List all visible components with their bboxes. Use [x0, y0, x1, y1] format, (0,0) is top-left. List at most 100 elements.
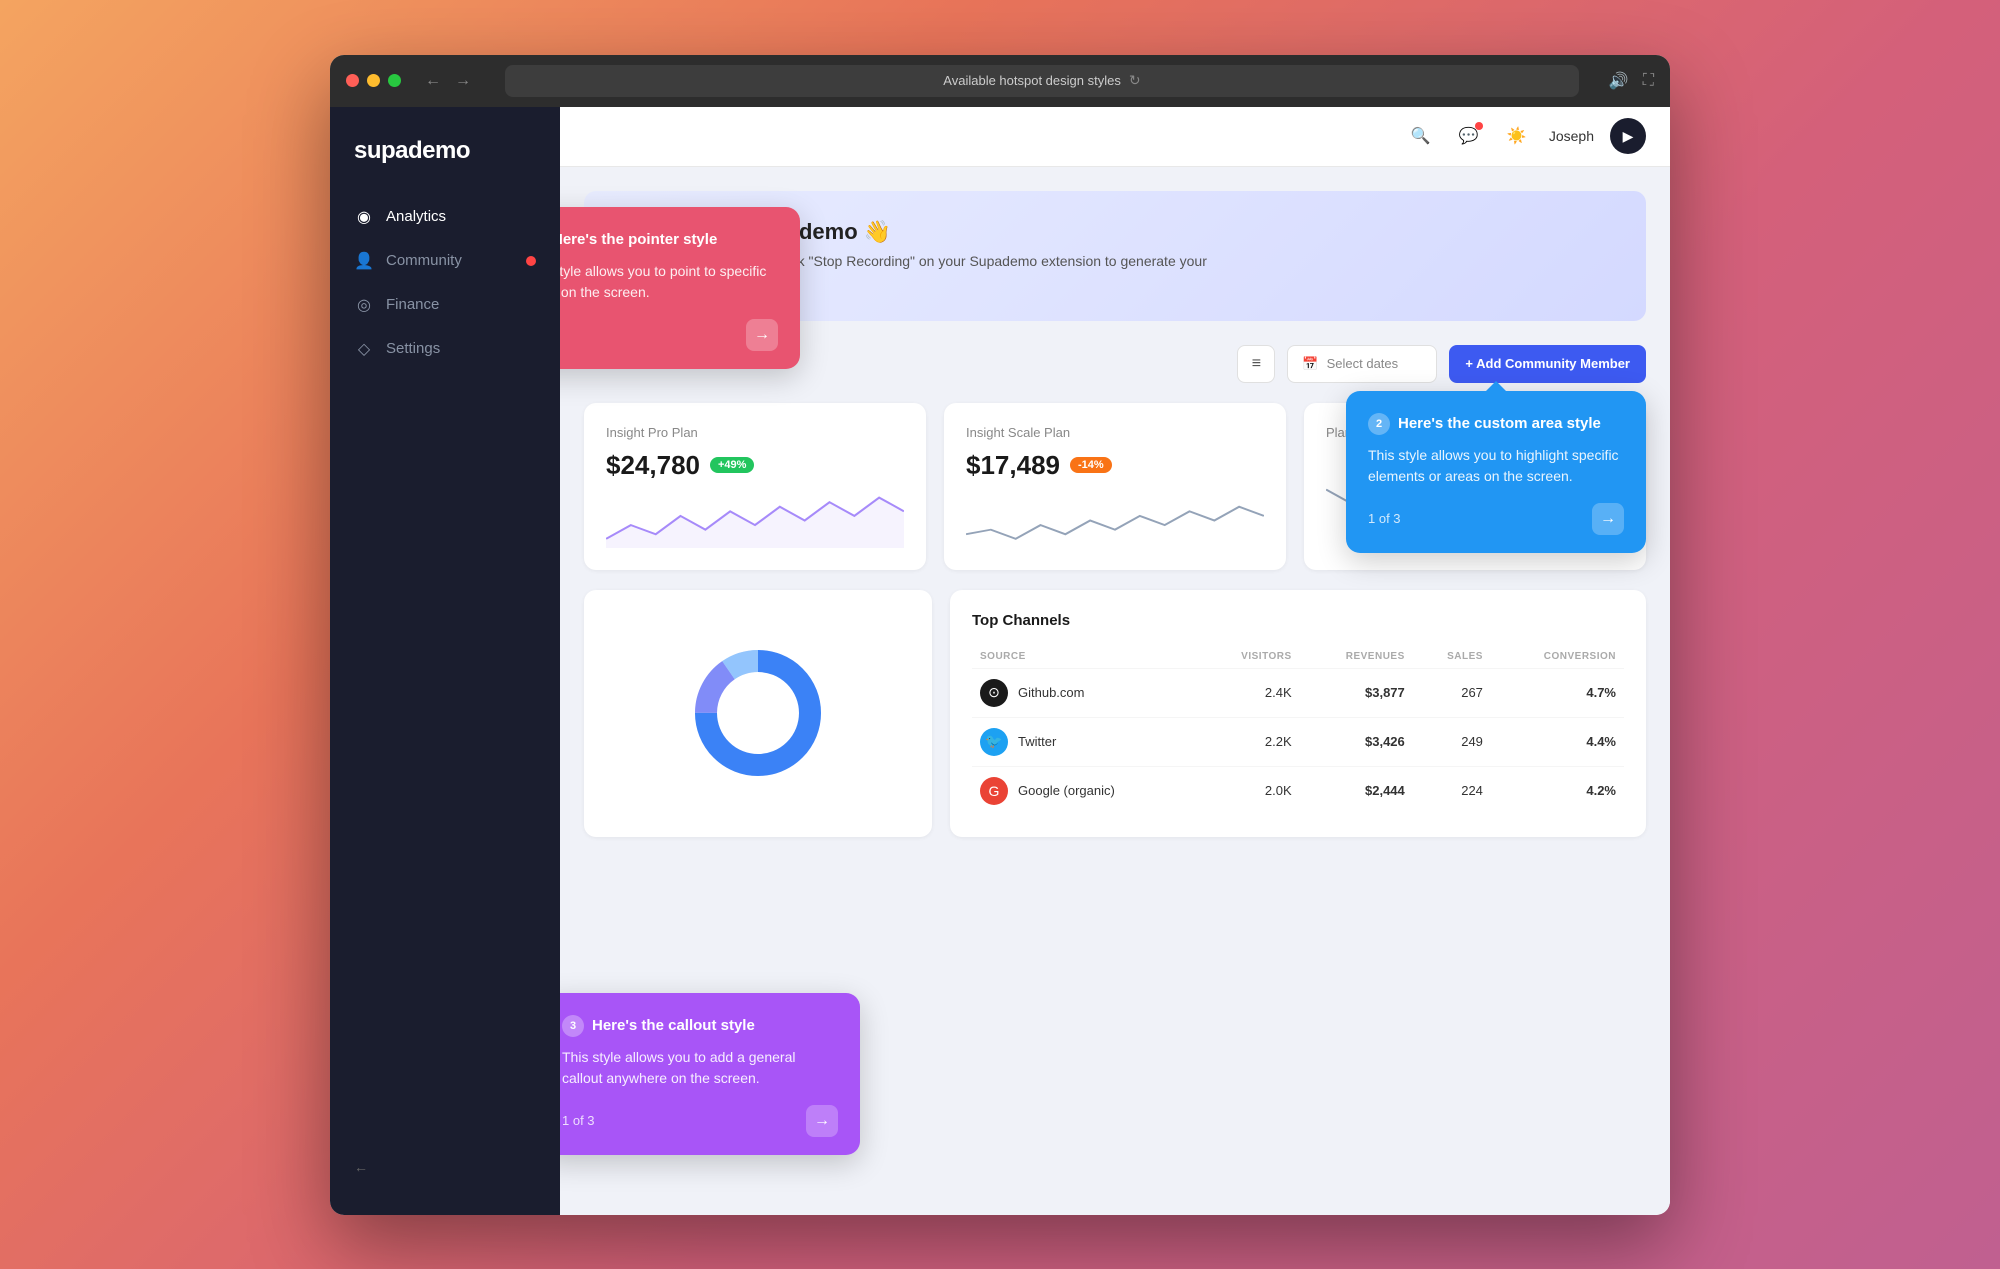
donut-chart: [688, 643, 828, 783]
channel-name-text-0: Github.com: [1018, 685, 1084, 700]
minimize-button[interactable]: [367, 74, 380, 87]
donut-card: [584, 590, 932, 837]
channel-name-cell-0: ⊙ Github.com: [980, 679, 1191, 707]
col-source: SOURCE: [972, 645, 1199, 669]
sidebar-label-analytics: Analytics: [386, 208, 446, 225]
table-header-row: SOURCE VISITORS REVENUES SALES CONVERSIO…: [972, 645, 1624, 669]
notification-dot: [1475, 122, 1483, 130]
add-community-member-button[interactable]: + Add Community Member: [1449, 345, 1646, 383]
col-sales: SALES: [1413, 645, 1491, 669]
hotspot-pointer-title: Here's the pointer style: [560, 231, 717, 248]
channel-name-text-1: Twitter: [1018, 734, 1056, 749]
sidebar-item-community[interactable]: 👤 Community: [330, 239, 560, 283]
cell-revenue-0: $3,877: [1300, 668, 1413, 717]
hotspot-pointer-next[interactable]: →: [746, 319, 778, 351]
stat-title-0: Insight Pro Plan: [606, 425, 904, 440]
filter-button[interactable]: ≡: [1237, 345, 1275, 383]
cell-conversion-0: 4.7%: [1491, 668, 1624, 717]
cell-sales-2: 224: [1413, 766, 1491, 815]
stat-title-1: Insight Scale Plan: [966, 425, 1264, 440]
reload-icon[interactable]: ↻: [1129, 72, 1141, 89]
hotspot-custom: 2 Here's the custom area style This styl…: [1346, 391, 1646, 553]
step-badge-callout: 3: [562, 1015, 584, 1037]
cell-visitors-0: 2.4K: [1199, 668, 1299, 717]
page-title: Available hotspot design styles: [943, 73, 1121, 88]
date-picker[interactable]: 📅 Select dates: [1287, 345, 1437, 383]
fullscreen-icon[interactable]: ⛶: [1643, 72, 1654, 90]
play-button[interactable]: ▶: [1610, 118, 1646, 154]
close-button[interactable]: [346, 74, 359, 87]
channels-table: SOURCE VISITORS REVENUES SALES CONVERSIO…: [972, 645, 1624, 815]
step-badge-custom: 2: [1368, 413, 1390, 435]
title-bar: ← → Available hotspot design styles ↻ 🔊 …: [330, 55, 1670, 107]
cell-sales-1: 249: [1413, 717, 1491, 766]
forward-button[interactable]: →: [451, 70, 475, 92]
notifications-icon[interactable]: 💬: [1453, 120, 1485, 152]
hotspot-custom-body: This style allows you to highlight speci…: [1368, 445, 1624, 487]
sidebar-item-finance[interactable]: ◎ Finance: [330, 283, 560, 327]
finance-icon: ◎: [354, 295, 374, 315]
theme-icon[interactable]: ☀️: [1501, 120, 1533, 152]
cell-revenue-2: $2,444: [1300, 766, 1413, 815]
stat-value-0: $24,780: [606, 450, 700, 481]
cell-name-0: ⊙ Github.com: [972, 668, 1199, 717]
settings-icon: ◇: [354, 339, 374, 359]
sidebar-label-community: Community: [386, 252, 462, 269]
stat-badge-1: -14%: [1070, 457, 1112, 473]
hotspot-custom-wrapper: 2 Here's the custom area style This styl…: [1346, 391, 1646, 553]
mini-chart-0: [606, 493, 904, 548]
hotspot-callout: 3 Here's the callout style This style al…: [560, 993, 860, 1155]
sidebar-item-settings[interactable]: ◇ Settings: [330, 327, 560, 371]
mini-chart-1: [966, 493, 1264, 548]
hotspot-pointer-step: 1 Here's the pointer style: [560, 229, 778, 251]
filter-icon: ≡: [1252, 355, 1261, 373]
channel-icon-1: 🐦: [980, 728, 1008, 756]
bottom-row: Top Channels SOURCE VISITORS REVENUES SA…: [584, 590, 1646, 837]
content-area: 1 Here's the pointer style This style al…: [560, 167, 1670, 1215]
url-bar[interactable]: Available hotspot design styles ↻: [505, 65, 1579, 97]
table-row: ⊙ Github.com 2.4K $3,877 267 4.7%: [972, 668, 1624, 717]
tooltip-arrow-up: [1486, 381, 1506, 391]
hotspot-callout-next[interactable]: →: [806, 1105, 838, 1137]
cell-conversion-2: 4.2%: [1491, 766, 1624, 815]
col-revenues: REVENUES: [1300, 645, 1413, 669]
nav-arrows: ← →: [421, 70, 475, 92]
cell-visitors-1: 2.2K: [1199, 717, 1299, 766]
stat-badge-0: +49%: [710, 457, 754, 473]
search-icon[interactable]: 🔍: [1405, 120, 1437, 152]
cell-conversion-1: 4.4%: [1491, 717, 1624, 766]
back-button[interactable]: ←: [421, 70, 445, 92]
sidebar: supademo ◉ Analytics 👤 Community ◎ Finan…: [330, 107, 560, 1215]
sidebar-collapse[interactable]: ←: [330, 1139, 560, 1195]
stat-card-1: Insight Scale Plan $17,489 -14%: [944, 403, 1286, 570]
hotspot-callout-counter: 1 of 3: [562, 1113, 595, 1128]
title-bar-right: 🔊 ⛶: [1609, 71, 1654, 91]
main-content: 🔍 💬 ☀️ Joseph ▶ 1 Here's the pointer sty…: [560, 107, 1670, 1215]
cell-name-1: 🐦 Twitter: [972, 717, 1199, 766]
cell-visitors-2: 2.0K: [1199, 766, 1299, 815]
col-visitors: VISITORS: [1199, 645, 1299, 669]
volume-icon[interactable]: 🔊: [1609, 71, 1629, 91]
maximize-button[interactable]: [388, 74, 401, 87]
calendar-icon: 📅: [1302, 356, 1318, 372]
hotspot-custom-step: 2 Here's the custom area style: [1368, 413, 1624, 435]
hotspot-custom-footer: 1 of 3 →: [1368, 503, 1624, 535]
hotspot-pointer-body: This style allows you to point to specif…: [560, 261, 778, 303]
channel-name-cell-1: 🐦 Twitter: [980, 728, 1191, 756]
analytics-icon: ◉: [354, 207, 374, 227]
community-icon: 👤: [354, 251, 374, 271]
logo: supademo: [330, 127, 560, 195]
hotspot-custom-next[interactable]: →: [1592, 503, 1624, 535]
channel-icon-2: G: [980, 777, 1008, 805]
channels-title: Top Channels: [972, 612, 1624, 629]
app-content: supademo ◉ Analytics 👤 Community ◎ Finan…: [330, 107, 1670, 1215]
sidebar-item-analytics[interactable]: ◉ Analytics: [330, 195, 560, 239]
stat-value-1: $17,489: [966, 450, 1060, 481]
hotspot-callout-title: Here's the callout style: [592, 1017, 755, 1034]
sidebar-label-finance: Finance: [386, 296, 439, 313]
user-name: Joseph: [1549, 128, 1594, 144]
channel-name-cell-2: G Google (organic): [980, 777, 1191, 805]
hotspot-custom-title: Here's the custom area style: [1398, 415, 1601, 432]
table-row: 🐦 Twitter 2.2K $3,426 249 4.4%: [972, 717, 1624, 766]
sidebar-label-settings: Settings: [386, 340, 440, 357]
